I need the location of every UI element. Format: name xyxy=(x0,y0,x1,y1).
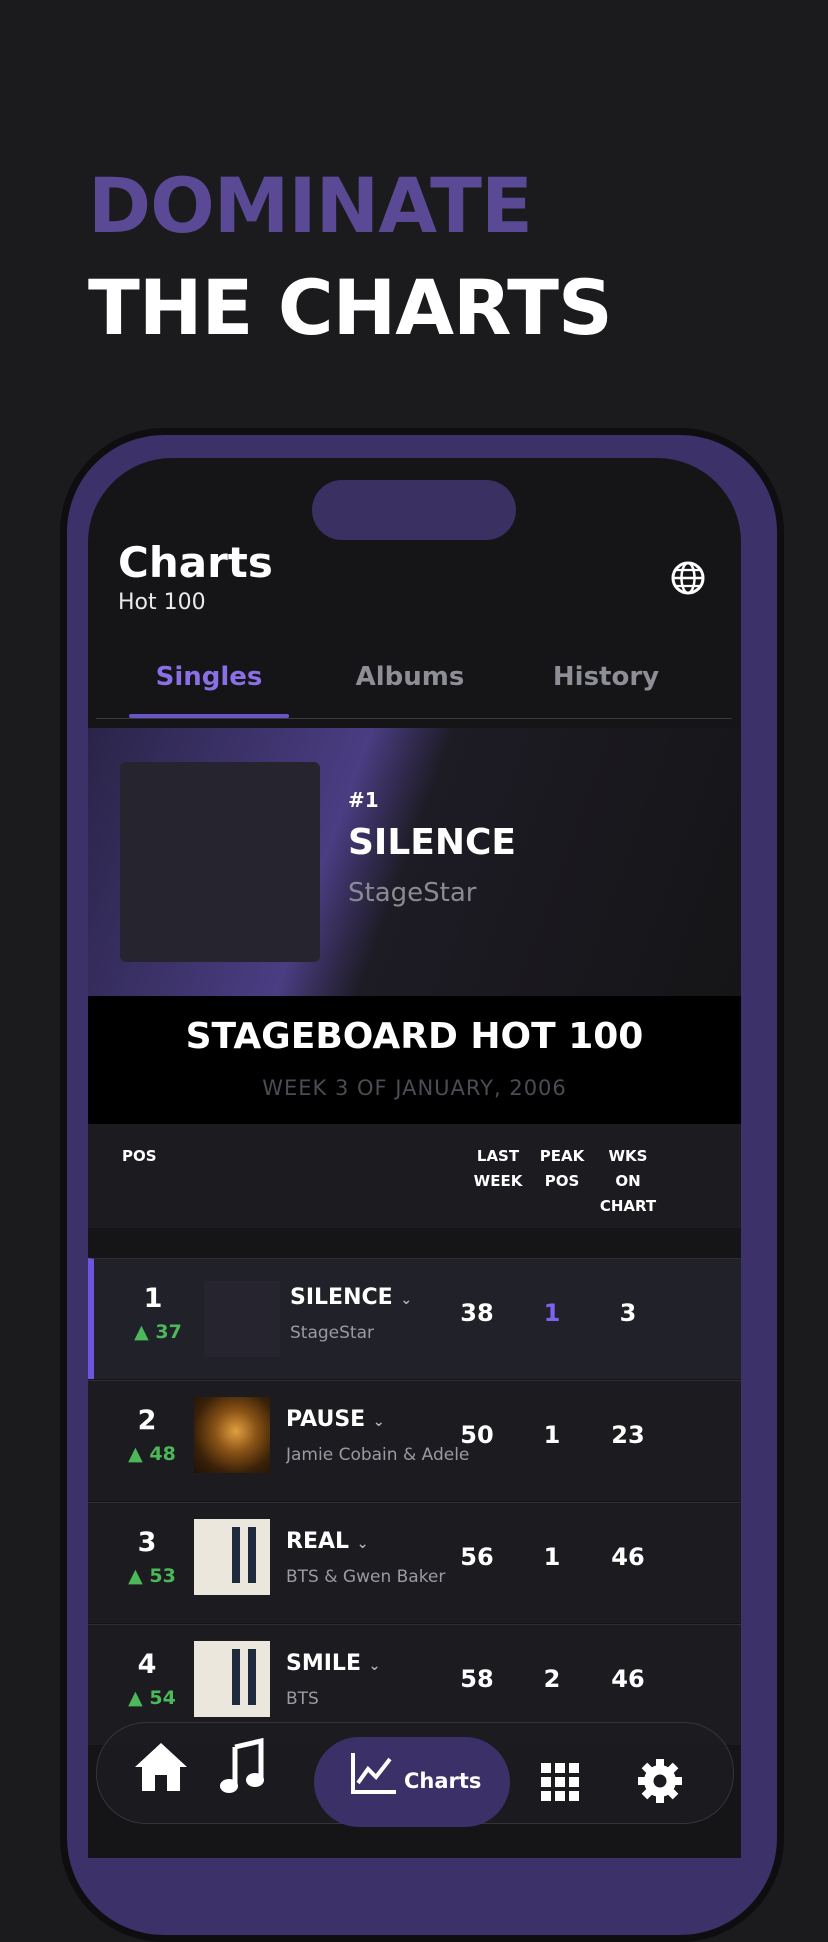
row-weeks: 3 xyxy=(619,1299,637,1327)
row-cover-art xyxy=(194,1397,270,1473)
row-title[interactable]: REAL ⌄ xyxy=(286,1529,368,1554)
grid-icon[interactable] xyxy=(541,1753,581,1813)
chevron-down-icon[interactable]: ⌄ xyxy=(400,1292,412,1308)
row-artist: Jamie Cobain & Adele xyxy=(286,1445,470,1465)
up-arrow-icon: ▲ xyxy=(128,1443,150,1465)
chart-title: STAGEBOARD HOT 100 xyxy=(185,1016,644,1057)
row-title[interactable]: SILENCE ⌄ xyxy=(290,1285,412,1310)
row-title[interactable]: SMILE ⌄ xyxy=(286,1651,380,1676)
row-peak: 1 xyxy=(543,1543,561,1571)
chart-week: WEEK 3 OF JANUARY, 2006 xyxy=(262,1076,567,1100)
row-position: 1 xyxy=(143,1283,163,1314)
col-weeks-on-chart: WKS ON CHART xyxy=(599,1147,657,1215)
page-title: Charts xyxy=(118,538,273,587)
chevron-down-icon[interactable]: ⌄ xyxy=(373,1414,385,1430)
chart-line-icon xyxy=(351,1753,396,1794)
featured-cover-art xyxy=(120,762,320,962)
tab-albums[interactable]: Albums xyxy=(310,662,510,692)
chevron-down-icon[interactable]: ⌄ xyxy=(357,1536,369,1552)
row-position: 4 xyxy=(137,1649,157,1680)
row-last-week: 38 xyxy=(460,1299,494,1327)
col-last-week: LAST WEEK xyxy=(473,1147,523,1190)
nav-charts-label: Charts xyxy=(404,1769,482,1793)
music-note-icon[interactable] xyxy=(217,1737,267,1797)
row-cover-art xyxy=(194,1641,270,1717)
featured-title: SILENCE xyxy=(348,822,516,863)
row-cover-art xyxy=(204,1281,280,1357)
tab-singles[interactable]: Singles xyxy=(129,662,289,692)
row-movement: ▲ 37 xyxy=(134,1321,182,1343)
row-title[interactable]: PAUSE ⌄ xyxy=(286,1407,385,1432)
row-movement: ▲ 53 xyxy=(128,1565,176,1587)
featured-artist: StageStar xyxy=(348,878,477,908)
column-headers: POS LAST WEEK PEAK POS WKS ON CHART xyxy=(88,1124,741,1228)
row-peak: 1 xyxy=(543,1421,561,1449)
page-subtitle: Hot 100 xyxy=(118,590,206,615)
up-arrow-icon: ▲ xyxy=(128,1687,150,1709)
promo-line-2: THE CHARTS xyxy=(88,263,613,352)
row-last-week: 58 xyxy=(460,1665,494,1693)
row-peak: 1 xyxy=(543,1299,561,1327)
chart-header: STAGEBOARD HOT 100 WEEK 3 OF JANUARY, 20… xyxy=(88,996,741,1124)
row-movement: ▲ 54 xyxy=(128,1687,176,1709)
chart-row-2[interactable]: 2 ▲ 48 PAUSE ⌄ Jamie Cobain & Adele 50 1… xyxy=(88,1380,741,1501)
row-artist: BTS xyxy=(286,1689,319,1709)
promo-line-1: DOMINATE xyxy=(88,161,533,250)
globe-icon[interactable] xyxy=(670,560,706,596)
row-position: 3 xyxy=(137,1527,157,1558)
featured-number-one[interactable]: #1 SILENCE StageStar xyxy=(88,728,741,996)
up-arrow-icon: ▲ xyxy=(134,1321,156,1343)
phone-screen: Charts Hot 100 Singles Albums History #1… xyxy=(88,458,741,1858)
chart-tabs: Singles Albums History xyxy=(96,638,732,719)
featured-rank: #1 xyxy=(348,788,379,812)
tab-history[interactable]: History xyxy=(506,662,706,692)
row-artist: BTS & Gwen Baker xyxy=(286,1567,446,1587)
home-icon[interactable] xyxy=(131,1737,191,1797)
row-cover-art xyxy=(194,1519,270,1595)
row-movement: ▲ 48 xyxy=(128,1443,176,1465)
chevron-down-icon[interactable]: ⌄ xyxy=(369,1658,381,1674)
row-peak: 2 xyxy=(543,1665,561,1693)
row-last-week: 56 xyxy=(460,1543,494,1571)
col-pos: POS xyxy=(122,1147,157,1165)
row-last-week: 50 xyxy=(460,1421,494,1449)
col-peak-pos: PEAK POS xyxy=(539,1147,585,1190)
tab-indicator xyxy=(129,714,289,718)
chart-row-1[interactable]: 1 ▲ 37 SILENCE ⌄ StageStar 38 1 3 xyxy=(88,1258,741,1379)
bottom-nav: Charts xyxy=(96,1722,734,1827)
row-weeks: 23 xyxy=(611,1421,645,1449)
up-arrow-icon: ▲ xyxy=(128,1565,150,1587)
row-weeks: 46 xyxy=(611,1665,645,1693)
gear-icon[interactable] xyxy=(637,1751,683,1811)
dynamic-island xyxy=(312,480,516,540)
nav-charts-button[interactable]: Charts xyxy=(314,1737,510,1827)
row-position: 2 xyxy=(137,1405,157,1436)
row-weeks: 46 xyxy=(611,1543,645,1571)
chart-row-3[interactable]: 3 ▲ 53 REAL ⌄ BTS & Gwen Baker 56 1 46 xyxy=(88,1502,741,1623)
